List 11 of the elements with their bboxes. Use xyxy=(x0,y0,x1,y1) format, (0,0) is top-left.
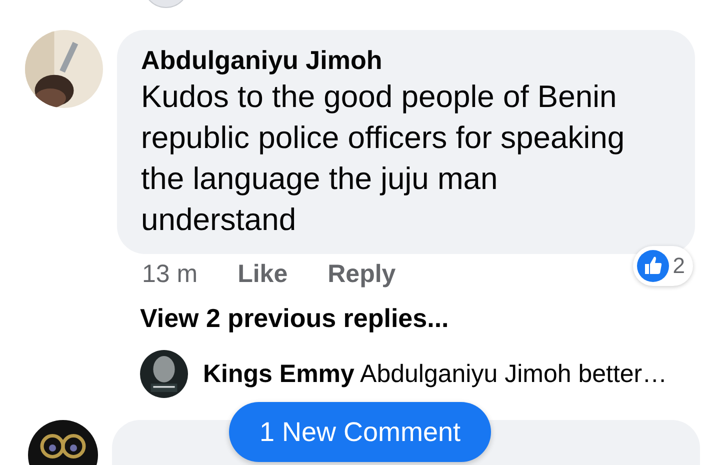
comment-author[interactable]: Abdulganiyu Jimoh xyxy=(141,44,671,76)
new-comment-button[interactable]: 1 New Comment xyxy=(229,402,491,462)
comment-text: Kudos to the good people of Benin republic police officers for speaking the language the juju man understand xyxy=(141,78,626,239)
reaction-count: 2 xyxy=(672,253,685,279)
reaction-badge[interactable]: 2 xyxy=(632,246,693,286)
like-link[interactable]: Like xyxy=(238,260,288,289)
comment-time: 13 m xyxy=(142,260,198,289)
reply-link[interactable]: Reply xyxy=(328,260,396,289)
like-icon xyxy=(636,250,669,282)
reply-preview[interactable]: Kings Emmy Abdulganiyu Jimoh better… xyxy=(203,360,668,388)
view-replies-link[interactable]: View 2 previous replies... xyxy=(140,303,720,334)
